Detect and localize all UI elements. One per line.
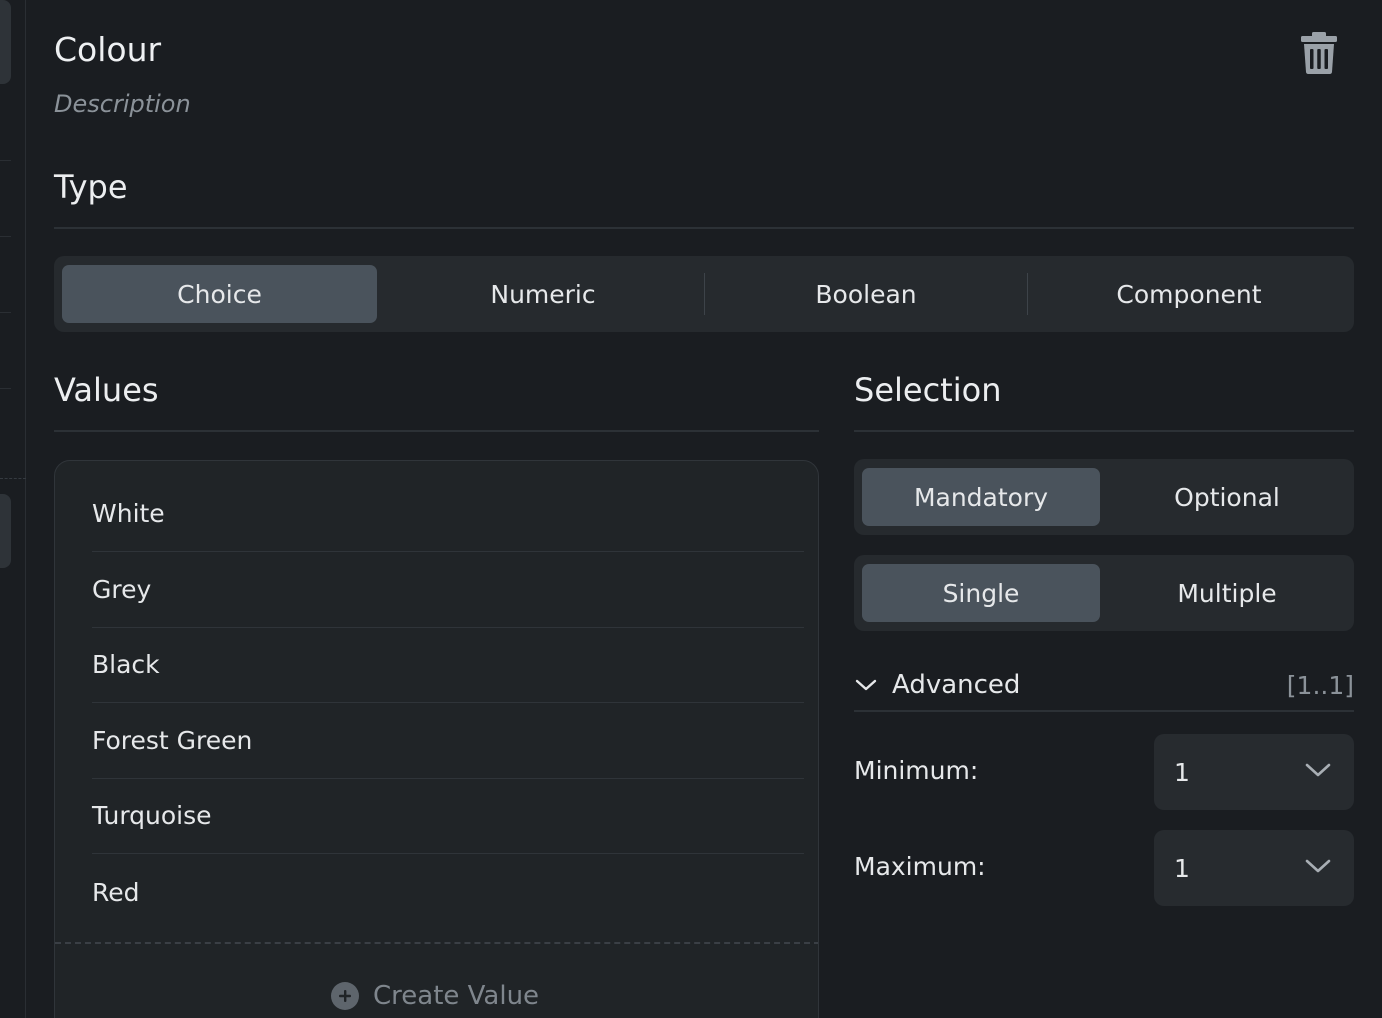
minimum-dropdown[interactable]: 1 xyxy=(1154,734,1354,810)
delete-button[interactable] xyxy=(1298,30,1340,76)
advanced-range: [1..1] xyxy=(1286,670,1354,700)
value-item-forest-green[interactable]: Forest Green xyxy=(92,703,804,779)
type-section-title: Type xyxy=(54,168,128,206)
chevron-down-icon xyxy=(1305,859,1331,873)
type-option-component[interactable]: Component xyxy=(1028,265,1350,323)
values-dashed-divider xyxy=(55,942,818,944)
sidebar-divider xyxy=(0,312,11,313)
description-field[interactable]: Description xyxy=(54,90,191,118)
type-divider xyxy=(54,227,1354,229)
trash-icon xyxy=(1301,32,1337,74)
type-option-numeric[interactable]: Numeric xyxy=(382,265,704,323)
advanced-toggle[interactable]: Advanced [1..1] xyxy=(854,664,1354,706)
minimum-value: 1 xyxy=(1174,757,1190,787)
option-multiple[interactable]: Multiple xyxy=(1108,564,1346,622)
option-optional[interactable]: Optional xyxy=(1108,468,1346,526)
selection-section-title: Selection xyxy=(854,371,1002,409)
selection-divider xyxy=(854,430,1354,432)
requirement-segmented-control: Mandatory Optional xyxy=(854,459,1354,535)
sidebar-divider xyxy=(0,160,11,161)
attribute-editor: Colour Description Type Choice Numeric B… xyxy=(0,0,1382,1018)
create-value-button[interactable]: Create Value xyxy=(331,976,539,1016)
values-divider xyxy=(54,430,819,432)
value-item-black[interactable]: Black xyxy=(92,627,804,703)
type-option-boolean[interactable]: Boolean xyxy=(705,265,1027,323)
minimum-label: Minimum: xyxy=(854,756,979,785)
type-option-choice[interactable]: Choice xyxy=(62,265,377,323)
chevron-down-icon xyxy=(1305,763,1331,777)
page-title[interactable]: Colour xyxy=(54,30,161,69)
type-segmented-control: Choice Numeric Boolean Component xyxy=(54,256,1354,332)
sidebar-divider xyxy=(0,388,11,389)
plus-circle-icon xyxy=(331,982,359,1010)
option-mandatory[interactable]: Mandatory xyxy=(862,468,1100,526)
values-section-title: Values xyxy=(54,371,159,409)
value-item-white[interactable]: White xyxy=(92,476,804,552)
values-list: White Grey Black Forest Green Turquoise … xyxy=(54,460,819,1018)
maximum-label: Maximum: xyxy=(854,852,986,881)
option-single[interactable]: Single xyxy=(862,564,1100,622)
value-item-turquoise[interactable]: Turquoise xyxy=(92,778,804,854)
cardinality-segmented-control: Single Multiple xyxy=(854,555,1354,631)
sidebar-tab[interactable] xyxy=(0,0,11,84)
value-item-grey[interactable]: Grey xyxy=(92,552,804,628)
sidebar-dashed-divider xyxy=(0,478,26,479)
create-value-label: Create Value xyxy=(373,981,540,1011)
sidebar-strip xyxy=(0,0,26,1018)
value-item-red[interactable]: Red xyxy=(92,854,804,930)
advanced-divider xyxy=(854,710,1354,712)
advanced-label: Advanced xyxy=(892,670,1021,700)
sidebar-tab[interactable] xyxy=(0,494,11,568)
sidebar-divider xyxy=(0,236,11,237)
chevron-down-icon xyxy=(855,679,877,691)
maximum-dropdown[interactable]: 1 xyxy=(1154,830,1354,906)
maximum-value: 1 xyxy=(1174,853,1190,883)
